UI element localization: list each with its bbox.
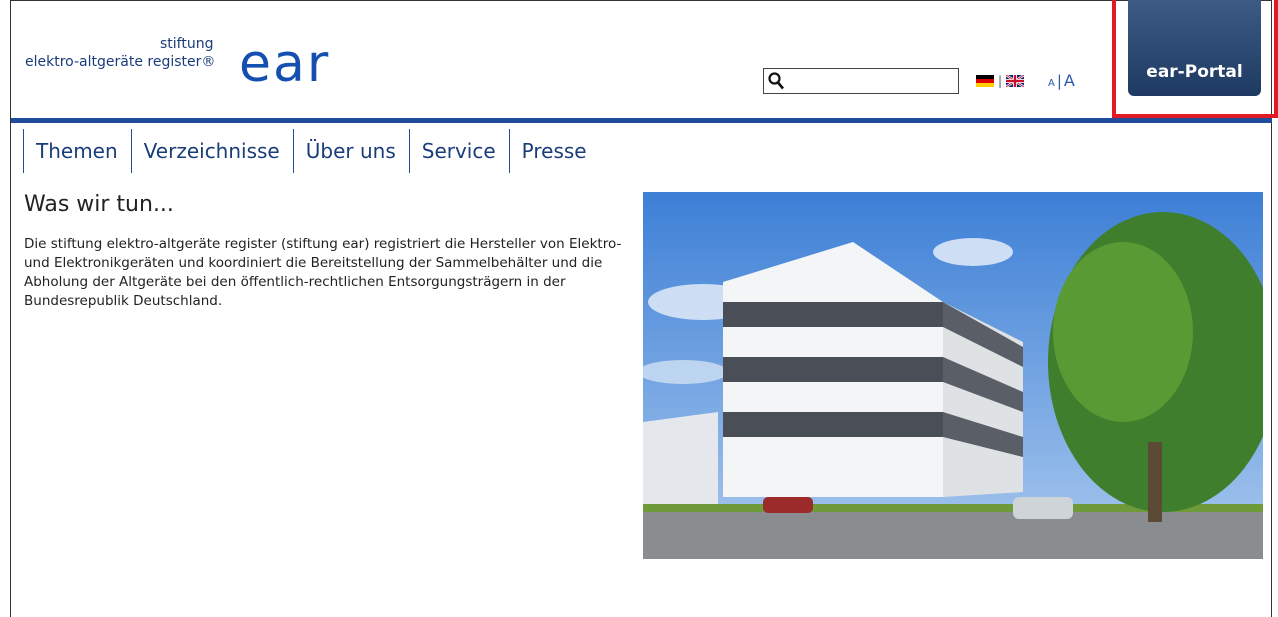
- nav-item-ueber-uns[interactable]: Über uns: [292, 129, 409, 173]
- logo-line-stiftung: stiftung: [160, 36, 214, 52]
- main-navigation: Themen Verzeichnisse Über uns Service Pr…: [23, 129, 600, 173]
- nav-item-service[interactable]: Service: [408, 129, 509, 173]
- font-size-large-button[interactable]: A: [1064, 71, 1075, 90]
- nav-item-themen[interactable]: Themen: [23, 129, 131, 173]
- search-icon[interactable]: [768, 72, 784, 90]
- language-separator: |: [998, 74, 1003, 88]
- search-input[interactable]: [763, 68, 959, 94]
- page-heading: Was wir tun...: [24, 192, 174, 217]
- highlight-box: [1112, 0, 1278, 118]
- font-size-switcher: A | A: [1048, 71, 1075, 90]
- font-size-separator: |: [1056, 72, 1062, 90]
- logo-mark: ear: [239, 34, 331, 94]
- language-switcher: |: [976, 74, 1025, 88]
- logo-line-register: elektro-altgeräte register®: [25, 54, 216, 70]
- font-size-small-button[interactable]: A: [1048, 78, 1055, 89]
- intro-paragraph: Die stiftung elektro-altgeräte register …: [24, 236, 622, 309]
- building-photo: [643, 192, 1263, 559]
- german-flag-icon[interactable]: [976, 75, 994, 87]
- header-divider: [11, 118, 1272, 123]
- nav-item-presse[interactable]: Presse: [508, 129, 600, 173]
- uk-flag-icon[interactable]: [1006, 75, 1025, 87]
- nav-item-verzeichnisse[interactable]: Verzeichnisse: [130, 129, 293, 173]
